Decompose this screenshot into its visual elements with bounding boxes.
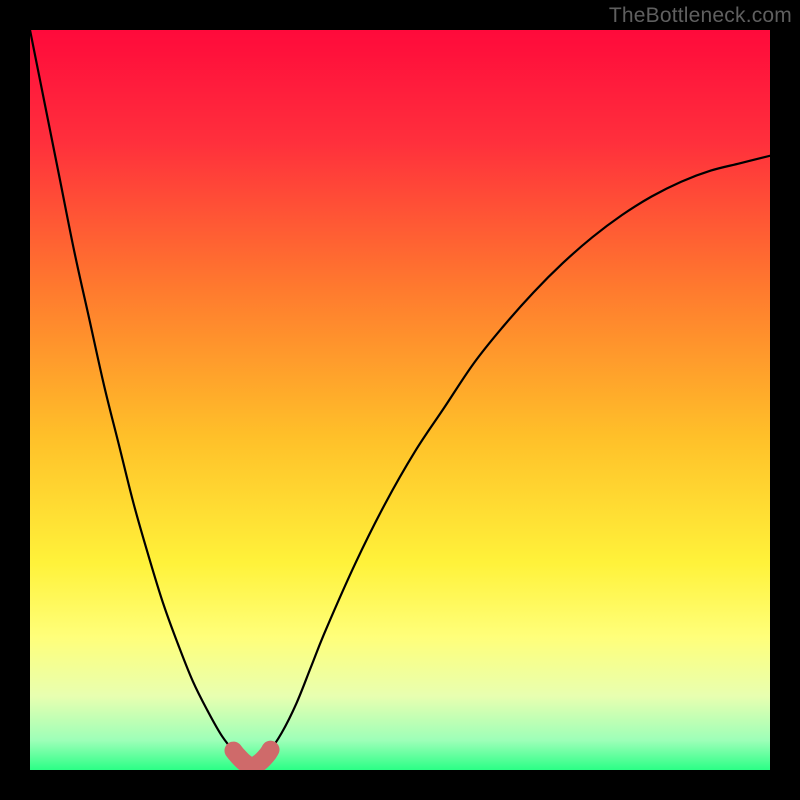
curve-layer [30, 30, 770, 770]
plot-area [30, 30, 770, 770]
bottleneck-curve [30, 30, 770, 766]
bottleneck-curve-highlight [234, 750, 271, 767]
chart-frame: TheBottleneck.com [0, 0, 800, 800]
watermark-text: TheBottleneck.com [609, 4, 792, 28]
